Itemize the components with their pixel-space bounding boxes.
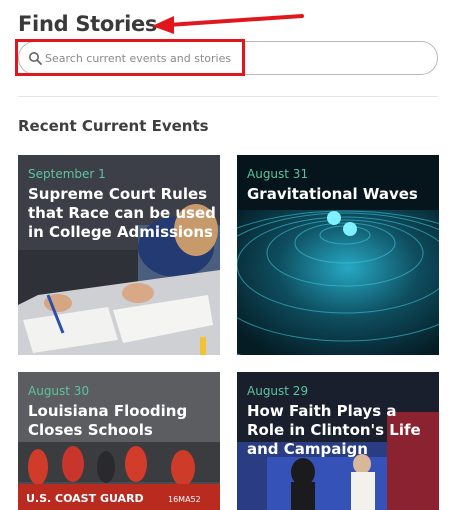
story-card[interactable]: NG September 1 Supreme Court Rules that … [18,155,220,355]
svg-text:U.S. COAST GUARD: U.S. COAST GUARD [26,492,144,505]
section-heading: Recent Current Events [18,117,209,135]
card-headline: Gravitational Waves [247,185,418,203]
annotation-arrow-icon [152,14,304,34]
card-date: August 30 [28,384,90,398]
card-headline: How Faith Plays a Role in Clinton's Life… [247,402,421,458]
svg-text:16MA52: 16MA52 [168,495,201,504]
card-headline: Supreme Court Rules that Race can be use… [28,185,216,241]
story-card[interactable]: August 31 Gravitational Waves [237,155,439,355]
search-input[interactable] [45,47,425,69]
story-card[interactable]: August 29 How Faith Plays a Role in Clin… [237,372,439,510]
divider [18,96,438,97]
card-date: August 31 [247,167,309,181]
card-headline: Louisiana Flooding Closes Schools [28,402,188,439]
search-box[interactable] [18,41,438,75]
card-date: September 1 [28,167,106,181]
card-date: August 29 [247,384,309,398]
search-icon [29,52,42,65]
story-card[interactable]: U.S. COAST GUARD 16MA52 August 30 Louisi… [18,372,220,510]
page-title: Find Stories [18,12,158,36]
